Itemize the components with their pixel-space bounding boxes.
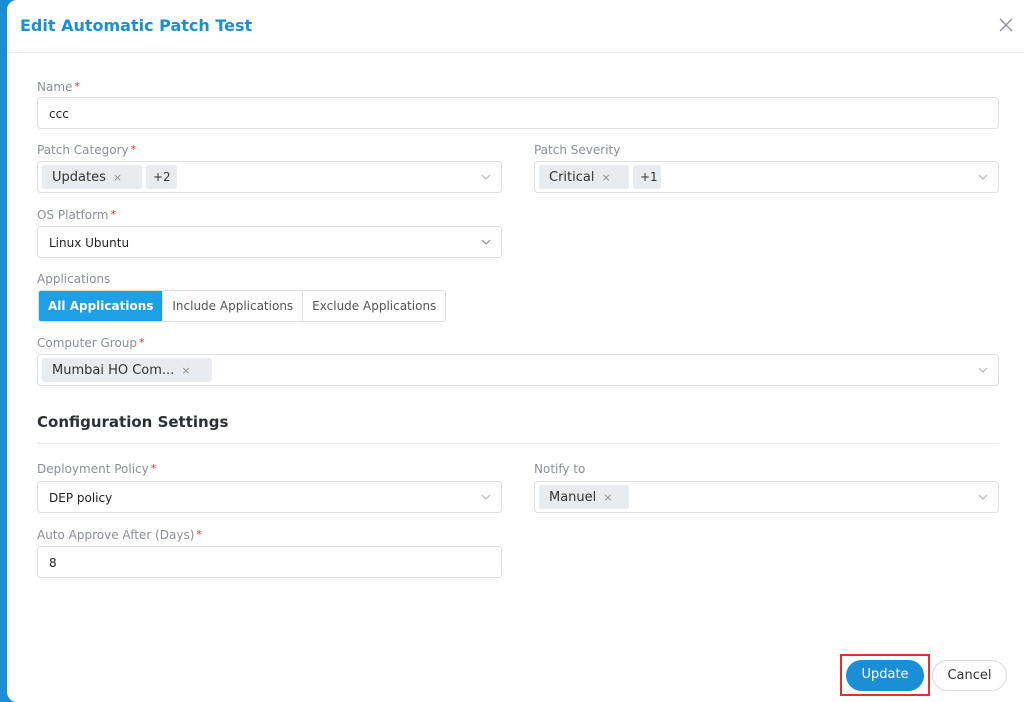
remove-tag-icon[interactable]: × <box>603 491 612 504</box>
edit-patch-test-dialog: Edit Automatic Patch Test Name * ccc Patc… <box>7 0 1024 702</box>
notify-to-label: Notify to <box>534 462 586 476</box>
chevron-down-icon <box>481 174 491 180</box>
chevron-down-icon <box>481 494 491 500</box>
notify-to-select[interactable]: Manuel × <box>534 481 999 513</box>
exclude-applications-option[interactable]: Exclude Applications <box>303 291 445 321</box>
notify-to-tag: Manuel × <box>539 485 629 509</box>
cancel-button[interactable]: Cancel <box>932 660 1007 691</box>
os-platform-label: OS Platform * <box>37 208 116 222</box>
patch-category-select[interactable]: Updates × +2 <box>37 161 502 193</box>
auto-approve-label: Auto Approve After (Days) * <box>37 528 202 542</box>
remove-tag-icon[interactable]: × <box>601 171 610 184</box>
patch-severity-label: Patch Severity <box>534 143 621 157</box>
patch-category-label: Patch Category * <box>37 143 137 157</box>
auto-approve-days-input[interactable]: 8 <box>37 546 502 578</box>
name-label: Name * <box>37 80 80 94</box>
patch-severity-more-count: +1 <box>633 165 661 189</box>
required-marker: * <box>110 208 116 221</box>
required-marker: * <box>139 336 145 349</box>
os-platform-select[interactable]: Linux Ubuntu <box>37 226 502 258</box>
required-marker: * <box>150 462 157 475</box>
deployment-policy-select[interactable]: DEP policy <box>37 481 502 513</box>
deployment-policy-label: Deployment Policy * <box>37 462 157 476</box>
computer-group-select[interactable]: Mumbai HO Com... × <box>37 354 999 386</box>
configuration-settings-heading: Configuration Settings <box>37 413 229 431</box>
computer-group-label: Computer Group * <box>37 336 145 350</box>
include-applications-option[interactable]: Include Applications <box>163 291 304 321</box>
name-value: ccc <box>49 107 69 121</box>
name-input[interactable]: ccc <box>37 97 999 129</box>
applications-segmented-control: All Applications Include Applications Ex… <box>38 290 447 322</box>
section-divider <box>37 443 999 444</box>
close-icon[interactable] <box>998 17 1014 33</box>
update-button[interactable]: Update <box>846 660 924 691</box>
patch-category-more-count: +2 <box>146 165 177 189</box>
patch-severity-select[interactable]: Critical × +1 <box>534 161 999 193</box>
all-applications-option[interactable]: All Applications <box>39 291 164 321</box>
required-marker: * <box>130 143 137 156</box>
remove-tag-icon[interactable]: × <box>181 364 190 377</box>
chevron-down-icon <box>978 494 988 500</box>
chevron-down-icon <box>978 367 988 373</box>
computer-group-tag: Mumbai HO Com... × <box>42 358 212 382</box>
dialog-title: Edit Automatic Patch Test <box>20 16 253 35</box>
remove-tag-icon[interactable]: × <box>113 171 122 184</box>
deployment-policy-value: DEP policy <box>49 491 113 505</box>
applications-label: Applications <box>37 272 111 286</box>
chevron-down-icon <box>481 239 491 245</box>
patch-severity-tag: Critical × <box>539 165 629 189</box>
auto-approve-days-value: 8 <box>49 556 57 570</box>
os-platform-value: Linux Ubuntu <box>49 236 130 250</box>
required-marker: * <box>74 80 80 93</box>
patch-category-tag: Updates × <box>42 165 142 189</box>
required-marker: * <box>196 528 202 541</box>
chevron-down-icon <box>978 174 988 180</box>
dialog-header: Edit Automatic Patch Test <box>7 0 1024 53</box>
